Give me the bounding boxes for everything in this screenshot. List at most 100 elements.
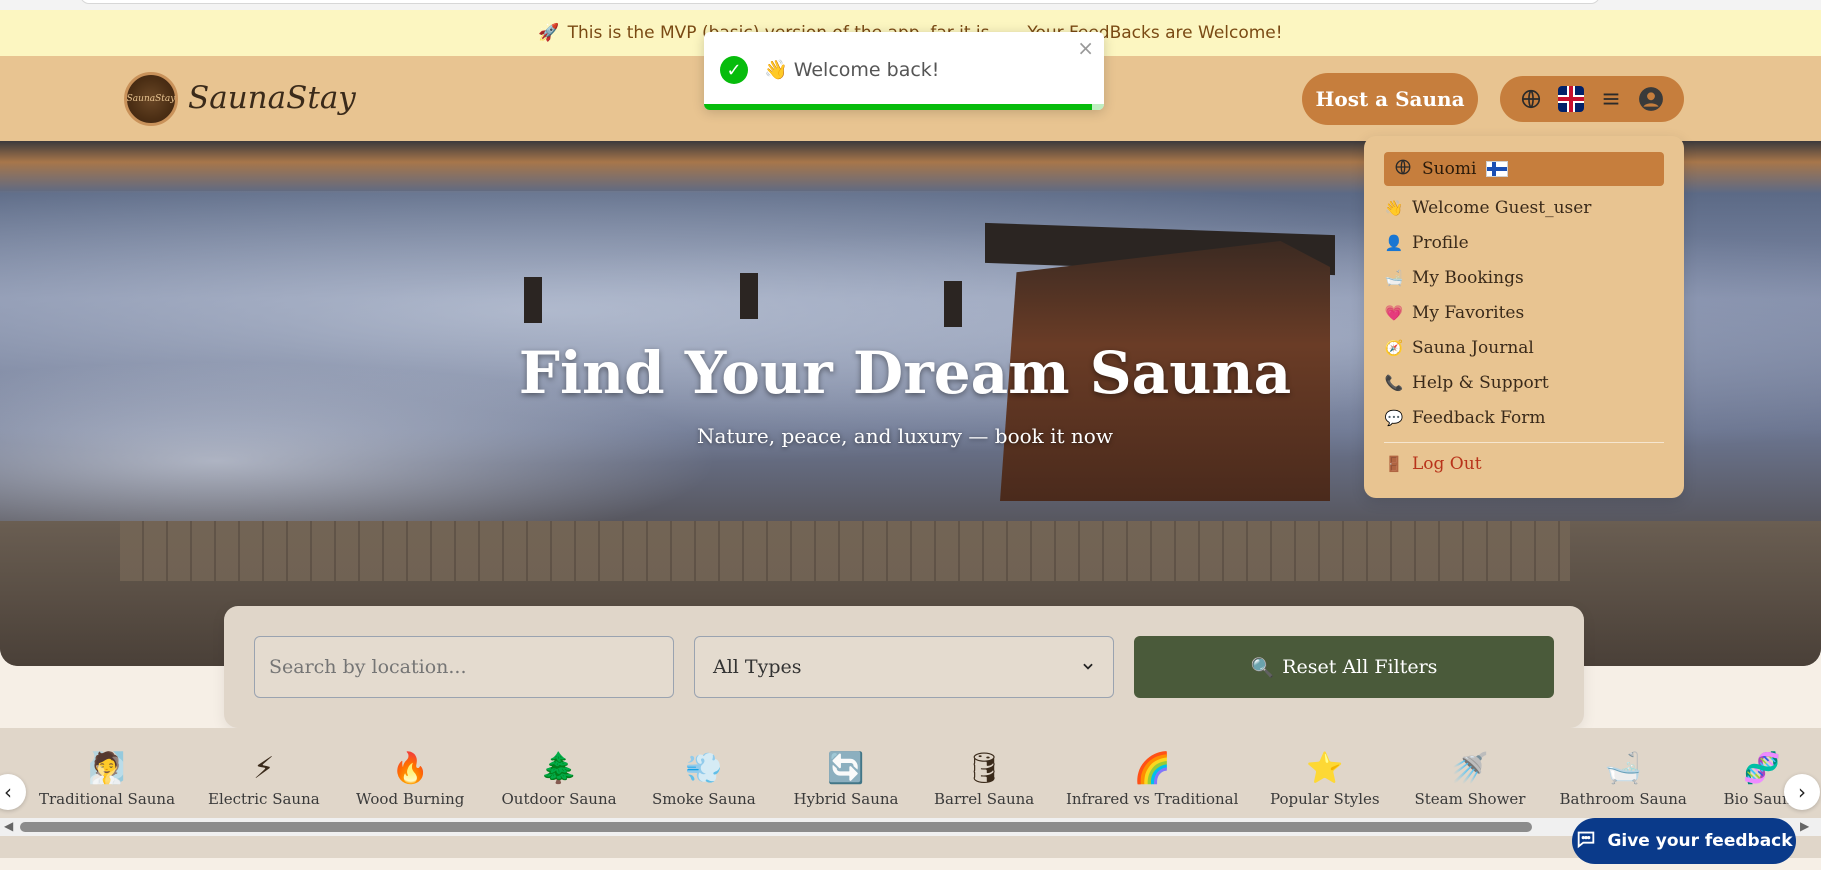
category-popular[interactable]: ⭐ Popular Styles — [1270, 751, 1380, 809]
category-outdoor[interactable]: 🌲 Outdoor Sauna — [501, 751, 617, 809]
menu-item-favorites[interactable]: 💗 My Favorites — [1384, 303, 1525, 323]
menu-item-label: Welcome Guest_user — [1412, 198, 1592, 218]
favorites-icon: 💗 — [1384, 304, 1404, 322]
category-label: Wood Burning — [356, 790, 465, 808]
category-icon: ⚡ — [253, 751, 275, 786]
category-icon: 🌈 — [1133, 751, 1171, 786]
category-label: Barrel Sauna — [934, 790, 1035, 808]
language-label: Suomi — [1422, 159, 1477, 179]
user-circle-icon[interactable] — [1638, 86, 1664, 112]
logout-label: Log Out — [1412, 454, 1482, 474]
category-wood-burning[interactable]: 🔥 Wood Burning — [356, 751, 465, 809]
category-icon: 🚿 — [1451, 751, 1489, 786]
welcome-toast: ✓ 👋 Welcome back! × — [704, 32, 1104, 110]
brand-name[interactable]: SaunaStay — [188, 80, 356, 116]
menu-item-label: Profile — [1412, 233, 1469, 253]
menu-divider — [1384, 442, 1664, 443]
menu-item-bookings[interactable]: 🛁 My Bookings — [1384, 268, 1524, 288]
category-icon: 💨 — [685, 751, 723, 786]
welcome-icon: 👋 — [1384, 199, 1404, 217]
logo[interactable]: SaunaStay — [124, 72, 178, 126]
type-select-value: All Types — [713, 656, 802, 678]
category-electric[interactable]: ⚡ Electric Sauna — [208, 751, 320, 809]
logo-text: SaunaStay — [126, 94, 176, 104]
uk-flag-icon[interactable] — [1558, 86, 1584, 112]
toast-close-icon[interactable]: × — [1077, 36, 1094, 60]
hero-lamp-3 — [944, 281, 962, 327]
scroll-right-small-icon[interactable]: ▶ — [1800, 819, 1809, 833]
menu-item-label: Feedback Form — [1412, 408, 1546, 428]
menu-item-label: Help & Support — [1412, 373, 1549, 393]
menu-item-label: Sauna Journal — [1412, 338, 1534, 358]
category-icon: 🧬 — [1743, 751, 1781, 786]
category-label: Hybrid Sauna — [793, 790, 899, 808]
location-search-input[interactable] — [254, 636, 674, 698]
menu-item-profile[interactable]: 👤 Profile — [1384, 233, 1469, 253]
bookings-icon: 🛁 — [1384, 269, 1404, 287]
menu-item-label: My Bookings — [1412, 268, 1524, 288]
menu-item-help[interactable]: 📞 Help & Support — [1384, 373, 1549, 393]
category-icon: ⭐ — [1306, 751, 1344, 786]
category-icon: 🧖 — [88, 751, 126, 786]
category-icon: 🔄 — [827, 751, 865, 786]
category-label: Traditional Sauna — [39, 790, 176, 808]
search-icon: 🔍 — [1250, 656, 1275, 679]
category-strip: 🧖 Traditional Sauna ⚡ Electric Sauna 🔥 Wood B… — [0, 728, 1821, 858]
category-smoke[interactable]: 💨 Smoke Sauna — [652, 751, 756, 809]
category-barrel[interactable]: 🛢 Barrel Sauna — [934, 751, 1035, 809]
chevron-down-icon — [1081, 656, 1095, 678]
hero-pier-planks — [120, 521, 1570, 581]
user-dropdown-menu: Suomi 👋 Welcome Guest_user 👤 Profile 🛁 My Boo… — [1364, 136, 1684, 498]
menu-item-welcome[interactable]: 👋 Welcome Guest_user — [1384, 198, 1592, 218]
search-panel: All Types 🔍 Reset All Filters — [224, 606, 1584, 728]
horizontal-scrollbar[interactable]: ◀ ▶ — [0, 818, 1821, 836]
category-label: Smoke Sauna — [652, 790, 756, 808]
reset-filters-label: Reset All Filters — [1282, 656, 1438, 678]
help-icon: 📞 — [1384, 374, 1404, 392]
hero-lamp-1 — [524, 277, 542, 323]
menu-item-journal[interactable]: 🧭 Sauna Journal — [1384, 338, 1534, 358]
rocket-icon: 🚀 — [538, 23, 560, 43]
category-icon: 🌲 — [540, 751, 578, 786]
category-label: Steam Shower — [1414, 790, 1526, 808]
category-icon: 🛢 — [965, 751, 1004, 786]
category-traditional[interactable]: 🧖 Traditional Sauna — [39, 751, 176, 809]
toast-progress-track — [704, 104, 1104, 110]
language-option-suomi[interactable]: Suomi — [1384, 152, 1664, 186]
menu-item-feedback[interactable]: 💬 Feedback Form — [1384, 408, 1546, 428]
chat-icon — [1575, 828, 1597, 855]
menu-item-label: My Favorites — [1412, 303, 1525, 323]
category-label: Bathroom Sauna — [1559, 790, 1687, 808]
profile-icon: 👤 — [1384, 234, 1404, 252]
host-sauna-button[interactable]: Host a Sauna — [1302, 73, 1478, 125]
user-menu-button[interactable] — [1500, 76, 1684, 122]
category-label: Popular Styles — [1270, 790, 1380, 808]
scroll-left-small-icon[interactable]: ◀ — [4, 819, 13, 833]
door-icon: 🚪 — [1384, 455, 1404, 473]
browser-chrome — [0, 0, 1821, 10]
menu-icon[interactable] — [1600, 88, 1622, 110]
scroll-right-arrow[interactable]: › — [1784, 774, 1820, 810]
type-select[interactable]: All Types — [694, 636, 1114, 698]
address-bar[interactable] — [80, 0, 1600, 4]
category-label: Electric Sauna — [208, 790, 320, 808]
finland-flag-icon — [1486, 161, 1509, 177]
category-icon: 🛁 — [1604, 751, 1642, 786]
category-steam[interactable]: 🚿 Steam Shower — [1414, 751, 1526, 809]
reset-filters-button[interactable]: 🔍 Reset All Filters — [1134, 636, 1554, 698]
check-icon: ✓ — [720, 56, 748, 84]
category-bathroom[interactable]: 🛁 Bathroom Sauna — [1559, 751, 1687, 809]
give-feedback-button[interactable]: Give your feedback — [1572, 818, 1796, 864]
category-label: Outdoor Sauna — [501, 790, 617, 808]
category-icon: 🔥 — [391, 751, 429, 786]
globe-icon[interactable] — [1520, 88, 1542, 110]
category-hybrid[interactable]: 🔄 Hybrid Sauna — [793, 751, 899, 809]
toast-message: 👋 Welcome back! — [764, 59, 940, 81]
toast-progress-bar — [704, 104, 1092, 110]
feedback-icon: 💬 — [1384, 409, 1404, 427]
scrollbar-thumb[interactable] — [20, 822, 1532, 832]
globe-icon — [1394, 158, 1412, 181]
hero-lamp-2 — [740, 273, 758, 319]
category-infrared[interactable]: 🌈 Infrared vs Traditional — [1066, 751, 1238, 809]
menu-item-logout[interactable]: 🚪 Log Out — [1384, 454, 1482, 474]
